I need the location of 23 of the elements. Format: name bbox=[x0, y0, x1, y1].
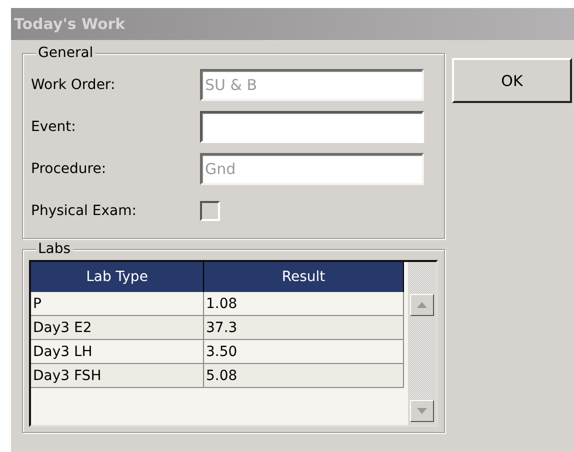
field-label: Event: bbox=[31, 119, 77, 135]
table-cell: 5.08 bbox=[204, 364, 404, 388]
table-cell: 3.50 bbox=[204, 340, 404, 364]
scrollbar[interactable] bbox=[408, 262, 436, 425]
table-cell: P bbox=[31, 292, 204, 316]
field-label: Work Order: bbox=[31, 77, 116, 93]
window-title: Today's Work bbox=[14, 15, 126, 33]
table-cell: Day3 E2 bbox=[31, 316, 204, 340]
up-arrow-icon bbox=[417, 302, 427, 308]
down-arrow-icon bbox=[417, 408, 427, 414]
table-cell: 1.08 bbox=[204, 292, 404, 316]
field-label: Physical Exam: bbox=[31, 203, 138, 219]
column-header[interactable]: Result bbox=[204, 262, 404, 292]
column-header[interactable]: Lab Type bbox=[31, 262, 204, 292]
checkbox[interactable] bbox=[200, 201, 220, 221]
table-cell: Day3 FSH bbox=[31, 364, 204, 388]
table-cell: 37.3 bbox=[204, 316, 404, 340]
table-cell: Day3 LH bbox=[31, 340, 204, 364]
ok-button[interactable]: OK bbox=[452, 58, 572, 103]
field-label: Procedure: bbox=[31, 161, 108, 177]
text-field[interactable] bbox=[200, 111, 424, 143]
scroll-up-button[interactable] bbox=[410, 294, 434, 316]
scroll-down-button[interactable] bbox=[410, 400, 434, 422]
